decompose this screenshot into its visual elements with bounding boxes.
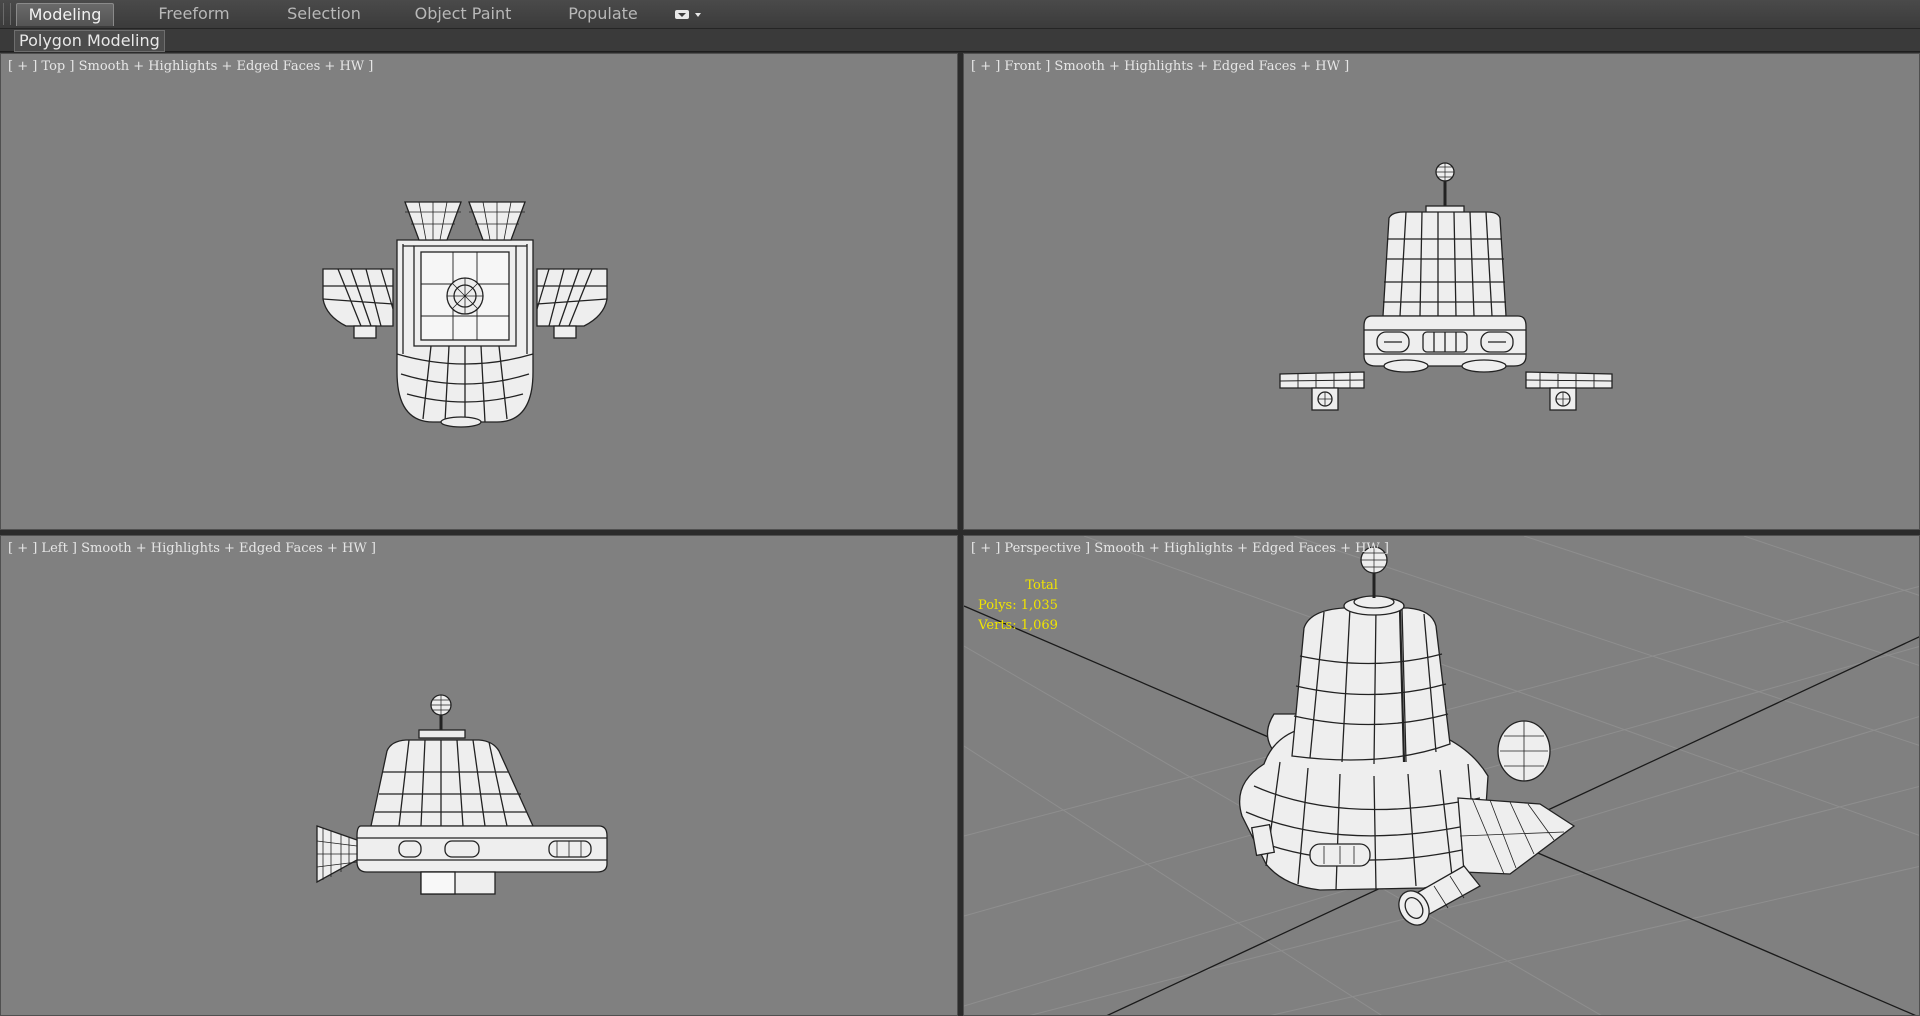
- stats-total-label: Total: [1025, 578, 1058, 593]
- ribbon-tab-bar: Modeling Freeform Selection Object Paint…: [0, 0, 1920, 29]
- stats-polys: Polys: 1,035: [978, 598, 1058, 613]
- ribbon-panel: Polygon Modeling: [0, 29, 1920, 52]
- tab-object-paint[interactable]: Object Paint: [412, 3, 514, 25]
- top-view-model: [322, 201, 608, 428]
- viewport-perspective[interactable]: [ + ] Perspective ] Smooth + Highlights …: [963, 535, 1920, 1016]
- tab-populate[interactable]: Populate: [558, 3, 648, 25]
- left-view-model: [316, 694, 608, 895]
- tab-modeling[interactable]: Modeling: [16, 3, 114, 26]
- ribbon-grip-handle[interactable]: [3, 3, 11, 25]
- front-view-model: [1279, 162, 1613, 411]
- ribbon-options-dropdown-icon[interactable]: [674, 7, 704, 21]
- viewport-left-label[interactable]: [ + ] Left ] Smooth + Highlights + Edged…: [8, 541, 376, 556]
- stats-verts: Verts: 1,069: [978, 618, 1058, 633]
- scene-statistics: Total Polys: 1,035 Verts: 1,069: [978, 576, 1058, 636]
- viewport-top-label[interactable]: [ + ] Top ] Smooth + Highlights + Edged …: [8, 59, 373, 74]
- perspective-view-model: [964, 536, 1919, 1015]
- viewport-perspective-label[interactable]: [ + ] Perspective ] Smooth + Highlights …: [971, 541, 1389, 556]
- polygon-modeling-panel-button[interactable]: Polygon Modeling: [14, 30, 165, 52]
- viewport-top[interactable]: [ + ] Top ] Smooth + Highlights + Edged …: [0, 53, 958, 530]
- viewport-front[interactable]: [ + ] Front ] Smooth + Highlights + Edge…: [963, 53, 1920, 530]
- tab-freeform[interactable]: Freeform: [146, 3, 242, 25]
- viewport-left[interactable]: [ + ] Left ] Smooth + Highlights + Edged…: [0, 535, 958, 1016]
- tab-selection[interactable]: Selection: [276, 3, 372, 25]
- viewport-front-label[interactable]: [ + ] Front ] Smooth + Highlights + Edge…: [971, 59, 1349, 74]
